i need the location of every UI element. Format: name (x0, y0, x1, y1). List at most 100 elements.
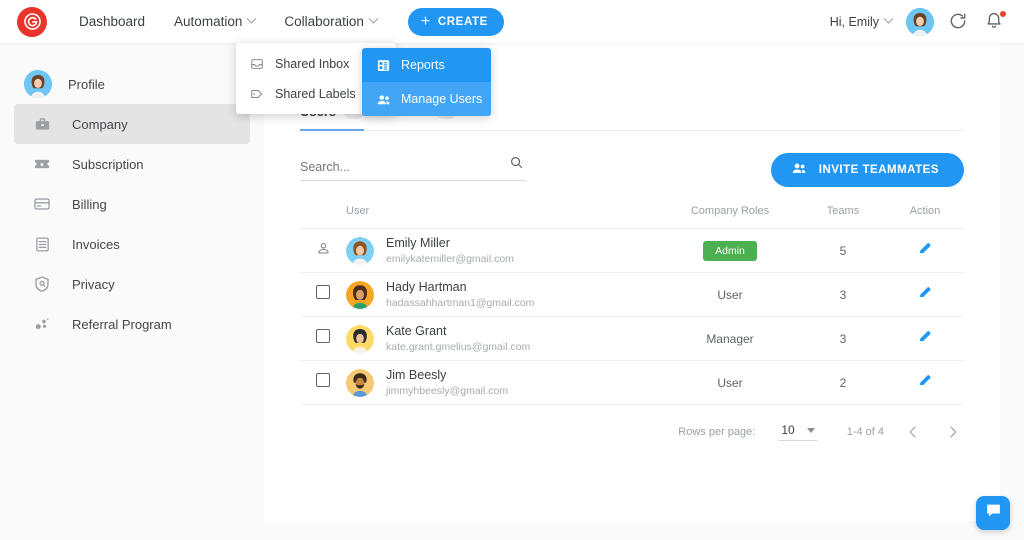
sidebar-item-billing-label: Billing (72, 196, 107, 212)
sidebar-item-company-label: Company (72, 116, 128, 132)
table-row[interactable]: Emily Miller emilykatemiller@gmail.com A… (300, 228, 964, 274)
plus-icon: + (420, 12, 431, 30)
chevron-down-icon (883, 13, 894, 24)
user-menu-trigger[interactable]: Hi, Emily (829, 13, 894, 29)
notification-bell-icon[interactable] (984, 9, 1007, 33)
menu-item-shared-labels-label: Shared Labels (275, 87, 356, 101)
search-icon[interactable] (509, 155, 524, 175)
menu-item-shared-inbox-label: Shared Inbox (275, 57, 350, 71)
row-role-label: User (717, 375, 743, 390)
create-button[interactable]: + CREATE (407, 7, 504, 36)
create-button-label: CREATE (437, 15, 488, 28)
header-teams: Teams (800, 205, 886, 229)
menu-item-reports[interactable]: Reports (362, 48, 491, 82)
top-navigation-bar: Dashboard Automation Collaboration + CRE… (0, 0, 1024, 43)
users-table-body: Emily Miller emilykatemiller@gmail.com A… (300, 228, 964, 406)
sidebar-item-invoices[interactable]: Invoices (14, 224, 250, 264)
checkbox-icon[interactable] (316, 329, 330, 344)
row-action-cell (886, 228, 964, 274)
sidebar-item-privacy[interactable]: Privacy (14, 264, 250, 304)
checkbox-icon[interactable] (316, 373, 330, 388)
sidebar-item-privacy-label: Privacy (72, 276, 115, 292)
row-select-cell (300, 316, 346, 362)
row-role-cell: User (660, 272, 800, 318)
notification-badge-dot (999, 9, 1007, 18)
table-row[interactable]: Jim Beesly jimmyhbeesly@gmail.com User 2 (300, 360, 964, 406)
dropdown-submenu-panel: Reports Manage Users (362, 48, 491, 116)
greeting-label: Hi, Emily (829, 14, 879, 29)
sidebar-item-profile[interactable]: Profile (14, 64, 250, 104)
shared-labels-icon (250, 87, 264, 101)
row-action-cell (886, 272, 964, 318)
checkbox-icon[interactable] (316, 285, 330, 300)
nav-link-collaboration-label: Collaboration (284, 14, 364, 29)
nav-link-automation[interactable]: Automation (174, 13, 257, 29)
share-nodes-icon (32, 314, 52, 334)
header-action: Action (886, 205, 964, 229)
row-user-cell: Emily Miller emilykatemiller@gmail.com (346, 228, 660, 274)
profile-avatar-icon (24, 70, 52, 98)
nav-link-dashboard[interactable]: Dashboard (79, 14, 145, 29)
chevron-left-icon[interactable] (902, 421, 924, 443)
edit-pencil-icon[interactable] (917, 331, 933, 348)
shared-inbox-icon (250, 57, 264, 71)
sidebar-item-billing[interactable]: Billing (14, 184, 250, 224)
users-table-head: User Company Roles Teams Action (300, 205, 964, 229)
sidebar-item-profile-label: Profile (68, 76, 105, 92)
nav-link-dashboard-label: Dashboard (79, 14, 146, 29)
chat-bubble-icon (984, 501, 1003, 525)
chevron-down-icon (368, 13, 379, 24)
main-nav-links: Dashboard Automation Collaboration (79, 13, 406, 29)
row-user-cell: Kate Grant kate.grant.gmelius@gmail.com (346, 316, 660, 362)
avatar (346, 324, 374, 353)
search-input[interactable] (300, 159, 490, 174)
avatar (346, 280, 374, 309)
invite-teammates-label: INVITE TEAMMATES (818, 164, 939, 176)
edit-pencil-icon[interactable] (917, 287, 933, 304)
sidebar-item-referral-program-label: Referral Program (72, 316, 172, 332)
sidebar-item-referral-program[interactable]: Referral Program (14, 304, 250, 344)
app-root: Dashboard Automation Collaboration + CRE… (0, 0, 1024, 540)
person-icon (316, 242, 331, 260)
edit-pencil-icon[interactable] (917, 375, 933, 392)
reports-icon (376, 58, 390, 72)
row-select-cell (300, 360, 346, 406)
avatar[interactable] (906, 7, 934, 36)
row-user-cell: Jim Beesly jimmyhbeesly@gmail.com (346, 360, 660, 406)
sidebar-item-subscription-label: Subscription (72, 156, 144, 172)
shield-icon (32, 274, 52, 294)
chevron-down-icon (246, 13, 257, 24)
sidebar-item-invoices-label: Invoices (72, 236, 120, 252)
refresh-icon[interactable] (948, 11, 970, 33)
row-role-label: Manager (706, 331, 754, 346)
menu-item-manage-users[interactable]: Manage Users (362, 82, 491, 116)
row-select-cell (300, 272, 346, 318)
sidebar-item-company[interactable]: Company (14, 104, 250, 144)
ticket-icon (32, 154, 52, 174)
nav-link-collaboration[interactable]: Collaboration (284, 13, 379, 29)
row-action-cell (886, 360, 964, 406)
row-user-email: kate.grant.gmelius@gmail.com (386, 340, 531, 353)
table-row[interactable]: Kate Grant kate.grant.gmelius@gmail.com … (300, 316, 964, 362)
chevron-down-icon (806, 427, 815, 433)
row-action-cell (886, 316, 964, 362)
menu-item-manage-users-label: Manage Users (401, 92, 483, 106)
rows-per-page-select[interactable]: 10 (779, 423, 817, 442)
row-teams-cell: 3 (800, 272, 886, 318)
invite-teammates-button[interactable]: INVITE TEAMMATES (770, 153, 964, 187)
row-role-cell: Manager (660, 316, 800, 362)
chevron-right-icon[interactable] (942, 421, 964, 443)
gmelius-logo-icon[interactable] (17, 6, 47, 37)
rows-per-page-label: Rows per page: (678, 426, 756, 439)
document-lines-icon (32, 234, 52, 254)
row-teams-cell: 3 (800, 316, 886, 362)
chat-widget-button[interactable] (976, 496, 1010, 530)
topbar-right-cluster: Hi, Emily (829, 7, 1007, 36)
row-select-cell (300, 228, 346, 274)
sidebar-item-subscription[interactable]: Subscription (14, 144, 250, 184)
credit-card-icon (32, 194, 52, 214)
row-role-cell: User (660, 360, 800, 406)
table-row[interactable]: Hady Hartman hadassahhartman1@gmail.com … (300, 272, 964, 318)
row-role-cell: Admin (660, 228, 800, 274)
edit-pencil-icon[interactable] (917, 243, 933, 260)
